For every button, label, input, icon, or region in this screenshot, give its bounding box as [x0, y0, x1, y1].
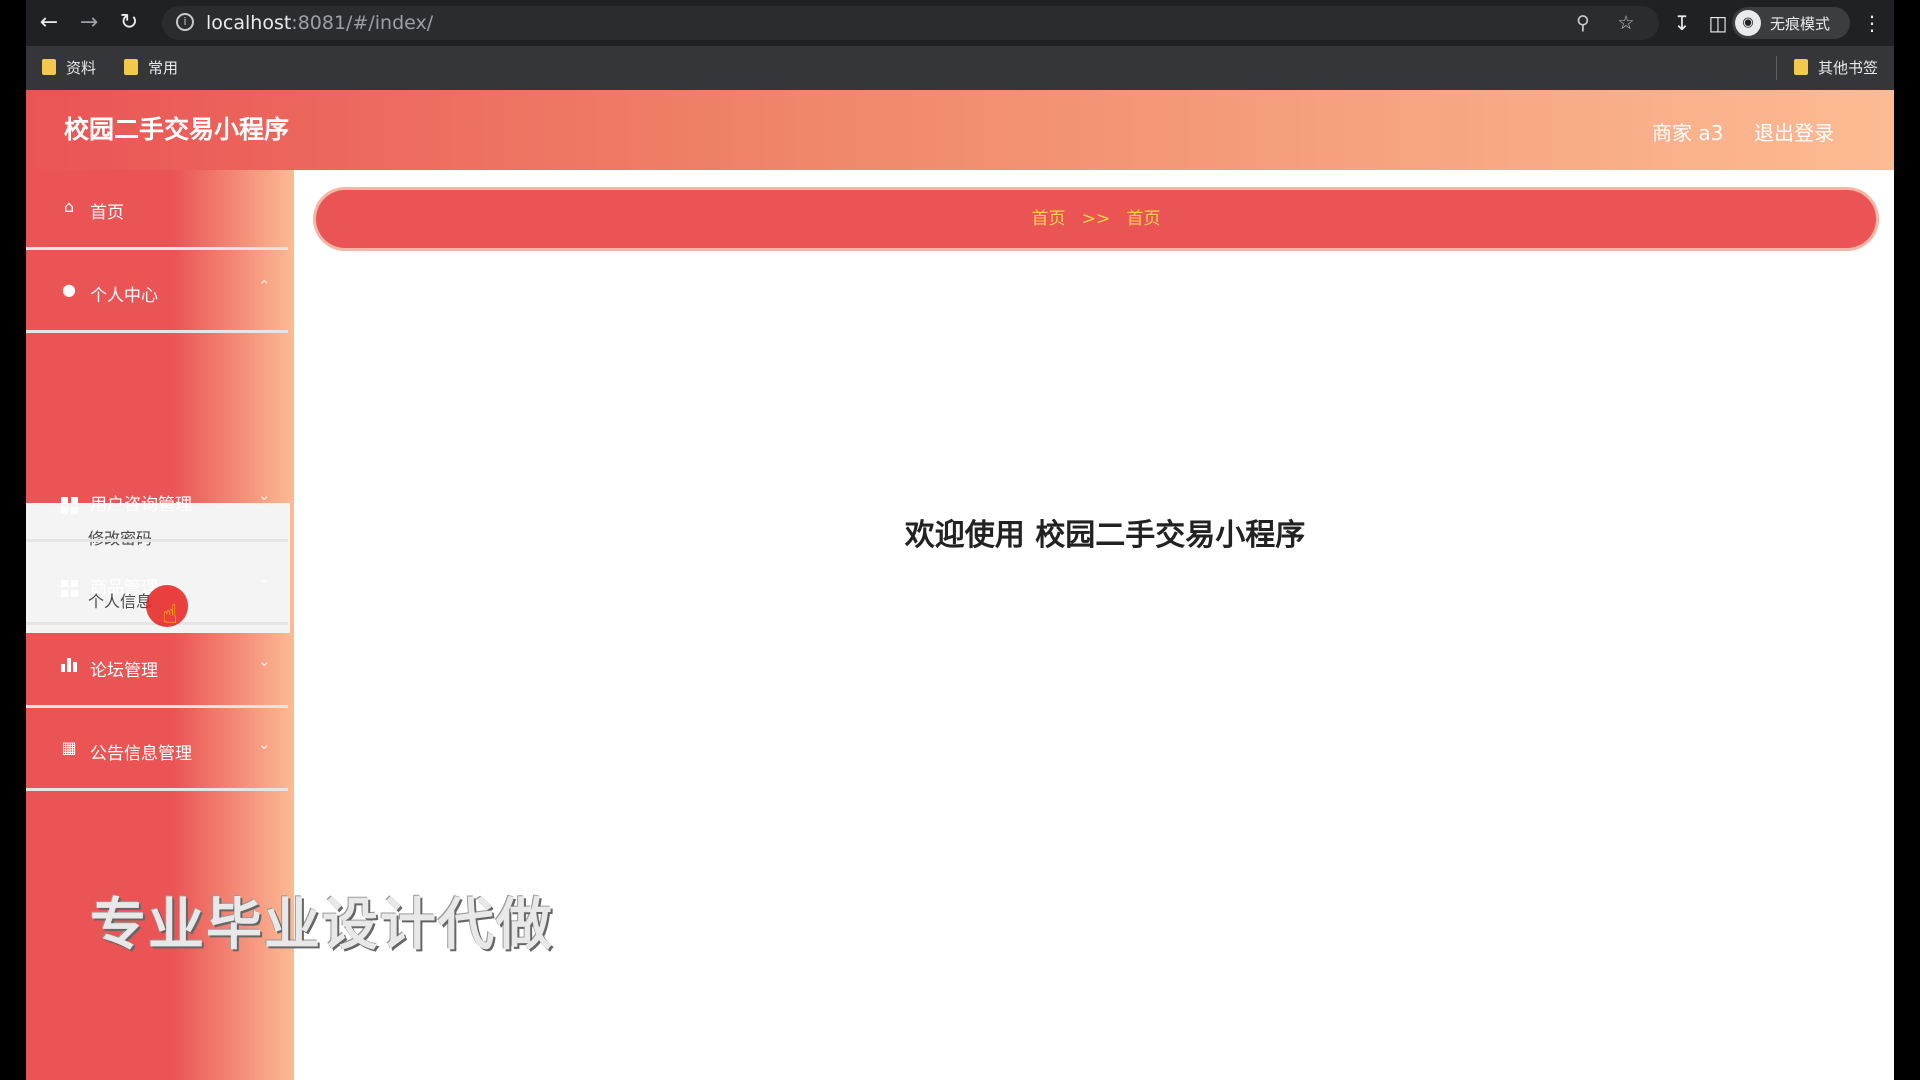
sidebar-item-label: 个人中心: [90, 286, 158, 306]
forward-arrow-icon[interactable]: →: [74, 8, 104, 38]
grid-icon: [60, 490, 78, 514]
sidebar-item-forum[interactable]: 论坛管理 ⌄: [26, 628, 288, 708]
more-menu-icon[interactable]: ⋮: [1858, 9, 1886, 37]
breadcrumb: 首页 >> 首页: [316, 190, 1876, 248]
sidebar-item-label: 首页: [90, 203, 124, 223]
user-icon: ●: [62, 280, 76, 299]
grid-icon: [60, 573, 78, 597]
star-icon[interactable]: ☆: [1613, 10, 1639, 36]
sidebar-item-label: 商品管理: [90, 578, 158, 598]
home-icon: ⌂: [63, 197, 75, 216]
clipboard-icon: ▦: [61, 738, 77, 757]
chevron-up-icon: ⌃: [258, 277, 271, 295]
incognito-label: 无痕模式: [1770, 15, 1831, 33]
bookmark-divider: [1776, 56, 1777, 80]
logout-link[interactable]: 退出登录: [1754, 117, 1834, 146]
download-icon[interactable]: ↧: [1668, 9, 1696, 37]
breadcrumb-separator: >>: [1081, 209, 1111, 229]
sidebar-item-notice[interactable]: ▦ 公告信息管理 ⌄: [26, 711, 288, 791]
side-panel-icon[interactable]: ◫: [1704, 9, 1732, 37]
bar-chart-icon: [60, 656, 78, 674]
folder-icon: [1794, 59, 1808, 75]
sidebar-item-home[interactable]: ⌂ 首页: [26, 170, 288, 250]
chevron-down-icon: ⌄: [258, 486, 271, 504]
sidebar-item-personal-center[interactable]: ● 个人中心 ⌃: [26, 253, 288, 333]
info-icon[interactable]: i: [176, 13, 194, 31]
breadcrumb-current: 首页: [1126, 209, 1161, 229]
watermark-text: 专业毕业设计代做: [90, 893, 554, 958]
back-arrow-icon[interactable]: ←: [34, 8, 64, 38]
browser-toolbar: ← → ↻ i localhost:8081/#/index/ ⚲ ☆ ↧ ◫ …: [26, 0, 1894, 46]
chevron-down-icon: ⌄: [258, 569, 271, 587]
sidebar-item-label: 论坛管理: [90, 661, 158, 681]
sidebar-item-label: 公告信息管理: [90, 744, 192, 764]
address-bar[interactable]: i localhost:8081/#/index/ ⚲ ☆: [162, 6, 1659, 40]
user-name[interactable]: 商家 a3: [1652, 117, 1723, 146]
key-icon[interactable]: ⚲: [1570, 10, 1596, 36]
breadcrumb-home-link[interactable]: 首页: [1032, 209, 1066, 229]
reload-icon[interactable]: ↻: [114, 8, 144, 38]
folder-icon: [124, 59, 138, 75]
chevron-down-icon: ⌄: [258, 652, 271, 670]
welcome-heading: 欢迎使用 校园二手交易小程序: [904, 518, 1306, 553]
app-title: 校园二手交易小程序: [64, 115, 290, 144]
breadcrumb-text: 首页 >> 首页: [316, 190, 1876, 248]
incognito-badge[interactable]: ◉ 无痕模式: [1732, 7, 1850, 39]
bookmark-ziliao[interactable]: 资料: [42, 56, 96, 80]
hand-cursor-icon: ☝: [162, 600, 178, 630]
app-header: 校园二手交易小程序 商家 a3 退出登录: [26, 90, 1894, 170]
chevron-down-icon: ⌄: [258, 735, 271, 753]
bookmarks-bar: 资料 常用 其他书签: [26, 46, 1894, 90]
bookmark-changyong[interactable]: 常用: [124, 56, 178, 80]
url-text[interactable]: localhost:8081/#/index/: [206, 12, 433, 34]
incognito-icon: ◉: [1735, 10, 1761, 36]
folder-icon: [42, 59, 56, 75]
screen: ← → ↻ i localhost:8081/#/index/ ⚲ ☆ ↧ ◫ …: [26, 0, 1894, 1080]
bookmark-other[interactable]: 其他书签: [1794, 56, 1878, 80]
